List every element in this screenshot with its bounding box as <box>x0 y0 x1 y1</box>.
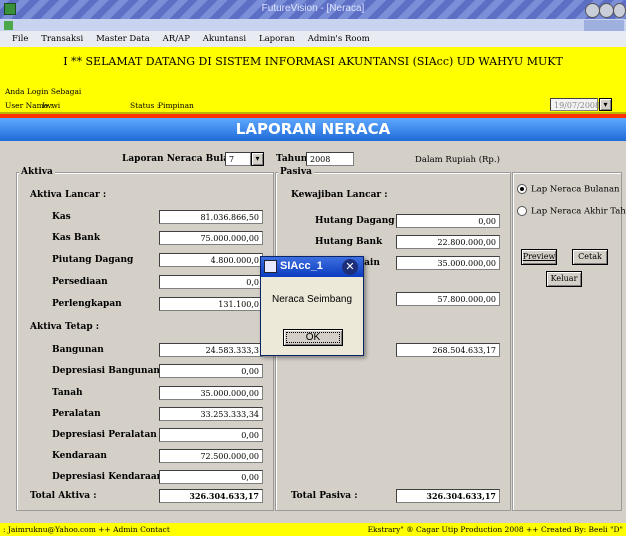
kas-field[interactable]: 81.036.866,50 <box>159 210 263 224</box>
bulan-select[interactable]: 7 <box>225 152 251 166</box>
dialog-message: Neraca Seimbang <box>271 294 353 305</box>
options-group <box>512 172 622 511</box>
date-dropdown-button[interactable]: ▾ <box>599 98 612 111</box>
dialog-title: SIAcc_1 <box>280 260 323 272</box>
kas-label: Kas <box>52 212 71 222</box>
keluar-button[interactable]: Keluar <box>546 271 582 287</box>
radio-selected-icon <box>517 184 527 194</box>
status-right: Ekstrary" ® Cagar Utip Production 2008 +… <box>367 525 623 534</box>
dialog-ok-button[interactable]: OK <box>283 329 343 346</box>
child-icon <box>4 21 13 30</box>
welcome-text: I ** SELAMAT DATANG DI SISTEM INFORMASI … <box>63 55 563 68</box>
login-label: Anda Login Sebagai <box>5 87 82 96</box>
radio-bulanan-label: Lap Neraca Bulanan <box>531 184 620 195</box>
perlengkapan-field[interactable]: 131.100,0 <box>159 297 263 311</box>
window-titlebar: FutureVision - [Neraca] <box>0 0 626 19</box>
dialog-titlebar: SIAcc_1 ✕ <box>261 257 363 277</box>
status-value: Pimpinan <box>158 101 194 110</box>
radio-akhir-tahun[interactable]: Lap Neraca Akhir Tahun <box>517 206 626 217</box>
dep-bangunan-label: Depresiasi Bangunan <box>52 366 160 376</box>
bulan-dropdown-button[interactable]: ▾ <box>251 152 264 166</box>
dep-peralatan-field[interactable]: 0,00 <box>159 428 263 442</box>
radio-bulanan[interactable]: Lap Neraca Bulanan <box>517 184 620 195</box>
bangunan-label: Bangunan <box>52 345 104 355</box>
kewajiban-lancar-title: Kewajiban Lancar : <box>291 190 388 200</box>
total-aktiva-label: Total Aktiva : <box>30 491 97 501</box>
aktiva-tetap-title: Aktiva Tetap : <box>30 322 100 332</box>
hutang-lain-field[interactable]: 35.000.000,00 <box>396 256 500 270</box>
persediaan-field[interactable]: 0,0 <box>159 275 263 289</box>
dialog-app-icon <box>264 260 277 273</box>
hutang-dagang-field[interactable]: 0,00 <box>396 214 500 228</box>
persediaan-label: Persediaan <box>52 277 108 287</box>
dep-bangunan-field[interactable]: 0,00 <box>159 364 263 378</box>
piutang-label: Piutang Dagang <box>52 255 134 265</box>
menu-ar-ap[interactable]: AR/AP <box>163 34 190 44</box>
user-value: Iwwi <box>42 101 61 110</box>
menu-file[interactable]: File <box>12 34 28 44</box>
total-pasiva-label: Total Pasiva : <box>291 491 358 501</box>
menubar: File Transaksi Master Data AR/AP Akuntan… <box>0 31 626 47</box>
perlengkapan-label: Perlengkapan <box>52 299 122 309</box>
hutang-dagang-label: Hutang Dagang <box>315 216 395 226</box>
minimize-icon[interactable] <box>585 3 600 18</box>
aktiva-title: Aktiva <box>19 167 55 177</box>
dep-kendaraan-field[interactable]: 0,00 <box>159 470 263 484</box>
aktiva-lancar-title: Aktiva Lancar : <box>30 190 107 200</box>
modal-field[interactable]: 268.504.633,17 <box>396 343 500 357</box>
tanah-field[interactable]: 35.000.000,00 <box>159 386 263 400</box>
tanah-label: Tanah <box>52 388 83 398</box>
radio-icon <box>517 206 527 216</box>
statusbar: : Jaimruknu@Yahoo.com ++ Admin Contact E… <box>0 523 626 536</box>
preview-button[interactable]: Preview <box>521 249 557 265</box>
dep-kendaraan-label: Depresiasi Kendaraan <box>52 472 164 482</box>
hutang-bank-field[interactable]: 22.800.000,00 <box>396 235 500 249</box>
maximize-icon[interactable] <box>599 3 614 18</box>
pasiva-title: Pasiva <box>278 167 314 177</box>
menu-master-data[interactable]: Master Data <box>96 34 150 44</box>
bulan-label: Laporan Neraca Bulan: <box>122 154 239 164</box>
menu-laporan[interactable]: Laporan <box>259 34 295 44</box>
status-label: Status : <box>130 101 160 110</box>
peralatan-field[interactable]: 33.253.333,34 <box>159 407 263 421</box>
unit-label: Dalam Rupiah (Rp.) <box>415 155 500 165</box>
radio-akhir-tahun-label: Lap Neraca Akhir Tahun <box>531 206 626 217</box>
kendaraan-label: Kendaraan <box>52 451 107 461</box>
dep-peralatan-label: Depresiasi Peralatan <box>52 430 157 440</box>
menu-admins-room[interactable]: Admin's Room <box>308 34 370 44</box>
total-kewajiban-field[interactable]: 57.800.000,00 <box>396 292 500 306</box>
hutang-bank-label: Hutang Bank <box>315 237 383 247</box>
window-title: FutureVision - [Neraca] <box>261 3 365 14</box>
total-aktiva-field[interactable]: 326.304.633,17 <box>159 489 263 503</box>
chevron-down-icon: ▾ <box>603 100 608 109</box>
cetak-button[interactable]: Cetak <box>572 249 608 265</box>
menu-transaksi[interactable]: Transaksi <box>41 34 83 44</box>
date-picker[interactable]: 19/07/2008 <box>550 98 600 111</box>
child-controls[interactable] <box>584 20 624 31</box>
welcome-header: I ** SELAMAT DATANG DI SISTEM INFORMASI … <box>0 47 626 114</box>
total-pasiva-field[interactable]: 326.304.633,17 <box>396 489 500 503</box>
page-title: LAPORAN NERACA <box>0 118 626 141</box>
kendaraan-field[interactable]: 72.500.000,00 <box>159 449 263 463</box>
kasbank-label: Kas Bank <box>52 233 101 243</box>
status-left: : Jaimruknu@Yahoo.com ++ Admin Contact <box>3 525 170 534</box>
bangunan-field[interactable]: 24.583.333,3 <box>159 343 263 357</box>
piutang-field[interactable]: 4.800.000,0 <box>159 253 263 267</box>
tahun-input[interactable]: 2008 <box>306 152 354 166</box>
kasbank-field[interactable]: 75.000.000,00 <box>159 231 263 245</box>
chevron-down-icon: ▾ <box>255 154 260 163</box>
message-dialog: SIAcc_1 ✕ Neraca Seimbang OK <box>260 256 364 356</box>
peralatan-label: Peralatan <box>52 409 101 419</box>
close-icon[interactable]: ✕ <box>342 259 358 275</box>
menu-akuntansi[interactable]: Akuntansi <box>203 34 246 44</box>
close-icon[interactable] <box>613 3 626 18</box>
